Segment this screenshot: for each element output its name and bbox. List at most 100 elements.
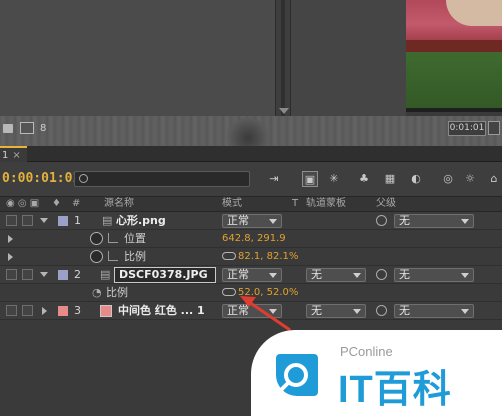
scrollbar-track[interactable] bbox=[281, 0, 285, 116]
layer-number: 1 bbox=[74, 214, 81, 227]
composition-panel-mid bbox=[291, 0, 406, 116]
stopwatch-icon[interactable] bbox=[90, 250, 103, 263]
chevron-down-icon bbox=[269, 309, 277, 314]
layer-label-color[interactable] bbox=[58, 306, 68, 316]
snapshot-camera-icon[interactable] bbox=[488, 121, 500, 135]
graph-icon bbox=[108, 251, 118, 261]
layer-column-headers: ◉ ◎ ▣ ♦ # 源名称 模式 T 轨道蒙板 父级 bbox=[0, 196, 502, 212]
parent-value: 无 bbox=[399, 214, 410, 227]
image-file-icon: ▤ bbox=[100, 268, 111, 281]
hide-shy-layers-icon[interactable]: ♣ bbox=[356, 171, 372, 187]
video-switch[interactable] bbox=[6, 269, 17, 280]
layer-name[interactable]: 中间色 红色 ... 1 bbox=[118, 304, 205, 317]
parent-pickwhip-icon[interactable] bbox=[376, 215, 387, 226]
layer-row-1[interactable]: 1 ▤ 心形.png 正常 无 bbox=[0, 212, 502, 230]
property-label: 位置 bbox=[124, 232, 146, 245]
property-row-scale[interactable]: 比例 82.1, 82.1% bbox=[0, 248, 502, 266]
live-update-icon[interactable]: ▣ bbox=[302, 171, 318, 187]
parent-select[interactable]: 无 bbox=[394, 268, 474, 282]
viewer-time-display[interactable]: 0:01:01 bbox=[448, 121, 486, 136]
parent-pickwhip-icon[interactable] bbox=[376, 305, 387, 316]
av-switch-header-icon: ◉ ◎ ▣ bbox=[6, 198, 40, 209]
search-icon bbox=[79, 174, 88, 183]
chevron-down-icon bbox=[461, 219, 469, 224]
solo-switch[interactable] bbox=[22, 269, 33, 280]
frame-blending-icon[interactable]: ▦ bbox=[382, 171, 398, 187]
parent-pickwhip-icon[interactable] bbox=[376, 269, 387, 280]
timeline-tab-strip: 1 × bbox=[0, 146, 502, 162]
bit-depth-label[interactable]: 8 bbox=[40, 123, 46, 134]
blend-mode-select[interactable]: 正常 bbox=[222, 304, 282, 318]
tab-composition-1[interactable]: 1 × bbox=[0, 146, 27, 162]
motion-blur-icon[interactable]: ◐ bbox=[408, 171, 424, 187]
blend-mode-value: 正常 bbox=[227, 268, 249, 281]
layer-number: 2 bbox=[74, 268, 81, 281]
folder-icon[interactable] bbox=[3, 124, 13, 133]
mode-header: 模式 bbox=[222, 198, 242, 209]
draft-3d-icon[interactable]: ✳ bbox=[326, 171, 342, 187]
solo-switch[interactable] bbox=[22, 305, 33, 316]
property-row-scale[interactable]: ◔ 比例 52.0, 52.0% bbox=[0, 284, 502, 302]
track-matte-value: 无 bbox=[311, 304, 322, 317]
property-value[interactable]: 642.8, 291.9 bbox=[222, 232, 286, 245]
parent-value: 无 bbox=[399, 268, 410, 281]
property-value[interactable]: 52.0, 52.0% bbox=[238, 286, 298, 299]
layer-label-color[interactable] bbox=[58, 216, 68, 226]
solo-switch[interactable] bbox=[22, 215, 33, 226]
chevron-down-icon bbox=[269, 219, 277, 224]
layer-name[interactable]: 心形.png bbox=[116, 214, 166, 227]
layer-search-input[interactable] bbox=[74, 171, 250, 187]
t-header: T bbox=[292, 198, 299, 209]
close-icon[interactable]: × bbox=[12, 150, 20, 161]
parent-value: 无 bbox=[399, 304, 410, 317]
layer-row-3[interactable]: 3 中间色 红色 ... 1 正常 无 无 bbox=[0, 302, 502, 320]
blend-mode-select[interactable]: 正常 bbox=[222, 214, 282, 228]
composition-icon[interactable] bbox=[20, 122, 34, 134]
video-switch[interactable] bbox=[6, 215, 17, 226]
constrain-proportions-icon[interactable] bbox=[222, 252, 236, 260]
markers-icon[interactable]: ⌂ bbox=[486, 171, 502, 187]
composition-preview-image bbox=[406, 0, 502, 112]
video-switch[interactable] bbox=[6, 305, 17, 316]
source-name-header[interactable]: 源名称 bbox=[104, 197, 134, 211]
scroll-down-arrow-icon[interactable] bbox=[279, 108, 289, 114]
chevron-down-icon bbox=[461, 309, 469, 314]
parent-header: 父级 bbox=[376, 198, 396, 209]
timeline-controls: 0:00:01:01 ⇥ ▣ ✳ ♣ ▦ ◐ ◎ ☼ ⌂ bbox=[0, 162, 502, 196]
expand-chevron-icon[interactable] bbox=[40, 272, 48, 277]
stopwatch-icon[interactable] bbox=[90, 232, 103, 245]
expand-chevron-icon[interactable] bbox=[40, 218, 48, 223]
parent-select[interactable]: 无 bbox=[394, 214, 474, 228]
layer-number: 3 bbox=[74, 304, 81, 317]
watermark-title: IT百科 bbox=[338, 369, 452, 411]
layer-label-color[interactable] bbox=[58, 270, 68, 280]
pconline-logo-icon bbox=[276, 354, 318, 396]
property-row-position[interactable]: 位置 642.8, 291.9 bbox=[0, 230, 502, 248]
chevron-down-icon bbox=[353, 273, 361, 278]
track-matte-value: 无 bbox=[311, 268, 322, 281]
watermark-brand: PConline bbox=[340, 344, 393, 359]
expand-arrow-icon[interactable] bbox=[8, 253, 13, 261]
composition-panel-left bbox=[0, 0, 275, 116]
parent-select[interactable]: 无 bbox=[394, 304, 474, 318]
brainstorm-icon[interactable]: ☼ bbox=[462, 171, 478, 187]
solid-color-swatch bbox=[100, 305, 112, 317]
property-value[interactable]: 82.1, 82.1% bbox=[238, 250, 298, 263]
expand-arrow-icon[interactable] bbox=[42, 307, 47, 315]
layer-row-2[interactable]: 2 ▤ DSCF0378.JPG 正常 无 无 bbox=[0, 266, 502, 284]
expand-arrow-icon[interactable] bbox=[8, 235, 13, 243]
image-file-icon: ▤ bbox=[102, 214, 113, 227]
track-matte-select[interactable]: 无 bbox=[306, 304, 366, 318]
comp-mini-flowchart-icon[interactable]: ⇥ bbox=[266, 171, 282, 187]
panel-scrollbar[interactable] bbox=[275, 0, 291, 116]
constrain-proportions-icon[interactable] bbox=[222, 288, 236, 296]
property-label: 比例 bbox=[106, 286, 128, 299]
graph-editor-icon[interactable]: ◎ bbox=[440, 171, 456, 187]
blend-mode-value: 正常 bbox=[227, 214, 249, 227]
blend-mode-select[interactable]: 正常 bbox=[222, 268, 282, 282]
label-header-icon: ♦ bbox=[52, 198, 61, 209]
track-matte-select[interactable]: 无 bbox=[306, 268, 366, 282]
stopwatch-icon[interactable]: ◔ bbox=[92, 286, 102, 299]
layer-name-input[interactable]: DSCF0378.JPG bbox=[114, 267, 216, 283]
current-time-display[interactable]: 0:00:01:01 bbox=[2, 171, 80, 186]
